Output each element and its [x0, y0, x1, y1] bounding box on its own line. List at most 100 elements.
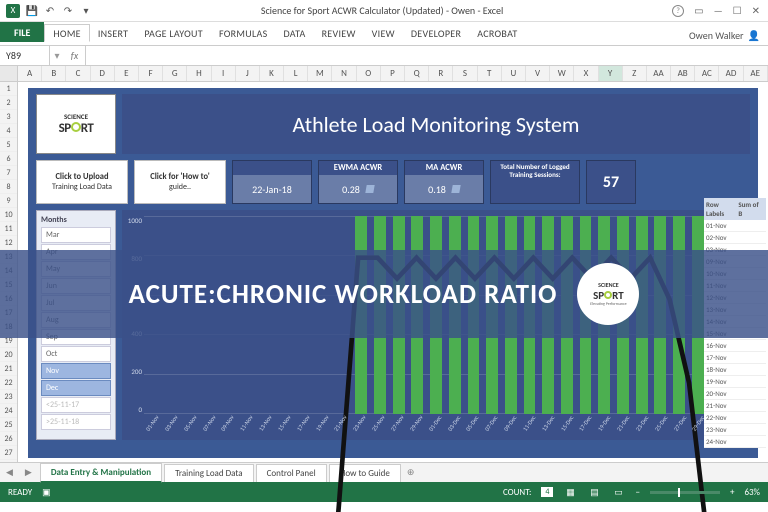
- undo-icon[interactable]: ↶: [44, 5, 56, 17]
- row-header[interactable]: 10: [0, 208, 17, 222]
- tab-acrobat[interactable]: ACROBAT: [469, 24, 525, 42]
- redo-icon[interactable]: ↷: [62, 5, 74, 17]
- col-header[interactable]: P: [381, 66, 405, 81]
- col-header[interactable]: C: [66, 66, 90, 81]
- col-header[interactable]: U: [502, 66, 526, 81]
- slicer-item[interactable]: Dec: [41, 380, 111, 396]
- col-header[interactable]: X: [574, 66, 598, 81]
- col-header[interactable]: A: [18, 66, 42, 81]
- col-header[interactable]: R: [429, 66, 453, 81]
- row-header[interactable]: 20: [0, 348, 17, 362]
- close-icon[interactable]: ✕: [752, 4, 760, 17]
- tab-data[interactable]: DATA: [275, 24, 313, 42]
- row-header[interactable]: 11: [0, 222, 17, 236]
- customize-qat-icon[interactable]: ▾: [80, 5, 92, 17]
- row-header[interactable]: 8: [0, 180, 17, 194]
- tab-home[interactable]: HOME: [44, 24, 89, 42]
- col-header[interactable]: S: [453, 66, 477, 81]
- row-header[interactable]: 7: [0, 166, 17, 180]
- logo-top-text: SCIENCE: [64, 112, 88, 121]
- tab-insert[interactable]: INSERT: [90, 24, 136, 42]
- col-header[interactable]: AD: [719, 66, 743, 81]
- row-header[interactable]: 26: [0, 432, 17, 446]
- overlay-text: ACUTE:CHRONIC WORKLOAD RATIO: [129, 278, 558, 311]
- select-all-cell[interactable]: [0, 66, 18, 81]
- sheet-nav-prev-icon[interactable]: ◀: [0, 467, 19, 478]
- col-header[interactable]: J: [236, 66, 260, 81]
- col-header[interactable]: AC: [695, 66, 719, 81]
- col-header[interactable]: V: [526, 66, 550, 81]
- metric-total-value: 57: [586, 160, 636, 204]
- metric-total-card: Total Number of Logged Training Sessions…: [490, 160, 580, 204]
- tab-view[interactable]: VIEW: [364, 24, 403, 42]
- zoom-slider[interactable]: [650, 491, 720, 494]
- account-user[interactable]: Owen Walker 👤: [689, 29, 768, 42]
- row-header[interactable]: 23: [0, 390, 17, 404]
- worksheet-area: 1234567891011121314151617181920212223242…: [0, 82, 768, 462]
- slicer-item[interactable]: >25-11-18: [41, 414, 111, 430]
- row-header[interactable]: 27: [0, 446, 17, 460]
- row-header[interactable]: 1: [0, 82, 17, 96]
- row-header[interactable]: 9: [0, 194, 17, 208]
- col-header[interactable]: Y: [599, 66, 623, 81]
- zoom-level[interactable]: 63%: [744, 487, 760, 498]
- row-header[interactable]: 3: [0, 110, 17, 124]
- col-header[interactable]: B: [42, 66, 66, 81]
- row-header[interactable]: 2: [0, 96, 17, 110]
- namebox-dropdown-icon[interactable]: ▾: [50, 49, 64, 62]
- col-header[interactable]: O: [357, 66, 381, 81]
- tab-developer[interactable]: DEVELOPER: [403, 24, 469, 42]
- name-box[interactable]: Y89: [0, 46, 50, 65]
- slicer-item[interactable]: <25-11-17: [41, 397, 111, 413]
- col-header[interactable]: H: [187, 66, 211, 81]
- col-header[interactable]: W: [550, 66, 574, 81]
- file-tab[interactable]: FILE: [0, 22, 44, 42]
- brand-logo: SCIENCE SPRT: [36, 94, 116, 154]
- col-header[interactable]: Q: [405, 66, 429, 81]
- row-header[interactable]: 22: [0, 376, 17, 390]
- col-header[interactable]: AE: [744, 66, 768, 81]
- col-header[interactable]: E: [115, 66, 139, 81]
- slicer-item[interactable]: Oct: [41, 346, 111, 362]
- status-ready: READY: [8, 487, 32, 498]
- slicer-item[interactable]: Nov: [41, 363, 111, 379]
- zoom-in-icon[interactable]: +: [730, 487, 734, 498]
- title-bar: X 💾 ↶ ↷ ▾ Science for Sport ACWR Calcula…: [0, 0, 768, 22]
- logo-ring-icon: [71, 122, 81, 132]
- save-icon[interactable]: 💾: [26, 5, 38, 17]
- macro-record-icon[interactable]: ▣: [42, 487, 51, 498]
- tab-review[interactable]: REVIEW: [314, 24, 364, 42]
- upload-button[interactable]: Click to Upload Training Load Data: [36, 160, 128, 204]
- row-header[interactable]: 5: [0, 138, 17, 152]
- tab-page-layout[interactable]: PAGE LAYOUT: [136, 24, 211, 42]
- howto-button[interactable]: Click for 'How to' guide..: [134, 160, 226, 204]
- row-header[interactable]: 4: [0, 124, 17, 138]
- col-header[interactable]: F: [139, 66, 163, 81]
- col-header[interactable]: T: [478, 66, 502, 81]
- slicer-item[interactable]: Mar: [41, 227, 111, 243]
- row-header[interactable]: 24: [0, 404, 17, 418]
- ribbon-display-icon[interactable]: ▭: [694, 4, 703, 17]
- col-header[interactable]: D: [91, 66, 115, 81]
- col-header[interactable]: AA: [647, 66, 671, 81]
- col-header[interactable]: AB: [671, 66, 695, 81]
- col-header[interactable]: N: [332, 66, 356, 81]
- col-header[interactable]: K: [260, 66, 284, 81]
- tab-formulas[interactable]: FORMULAS: [211, 24, 276, 42]
- col-header[interactable]: L: [284, 66, 308, 81]
- col-header[interactable]: M: [308, 66, 332, 81]
- maximize-icon[interactable]: ☐: [733, 4, 742, 17]
- row-header[interactable]: 21: [0, 362, 17, 376]
- user-name: Owen Walker: [689, 29, 744, 42]
- row-header[interactable]: 12: [0, 236, 17, 250]
- help-icon[interactable]: ?: [672, 5, 684, 17]
- sheet-nav-next-icon[interactable]: ▶: [19, 467, 38, 478]
- minimize-icon[interactable]: —: [714, 4, 723, 17]
- col-header[interactable]: Z: [623, 66, 647, 81]
- col-header[interactable]: I: [212, 66, 236, 81]
- col-header[interactable]: G: [163, 66, 187, 81]
- fx-icon[interactable]: fx: [64, 46, 86, 65]
- row-header[interactable]: 25: [0, 418, 17, 432]
- row-header[interactable]: 6: [0, 152, 17, 166]
- metric-date-value: 22-Jan-18: [233, 175, 311, 203]
